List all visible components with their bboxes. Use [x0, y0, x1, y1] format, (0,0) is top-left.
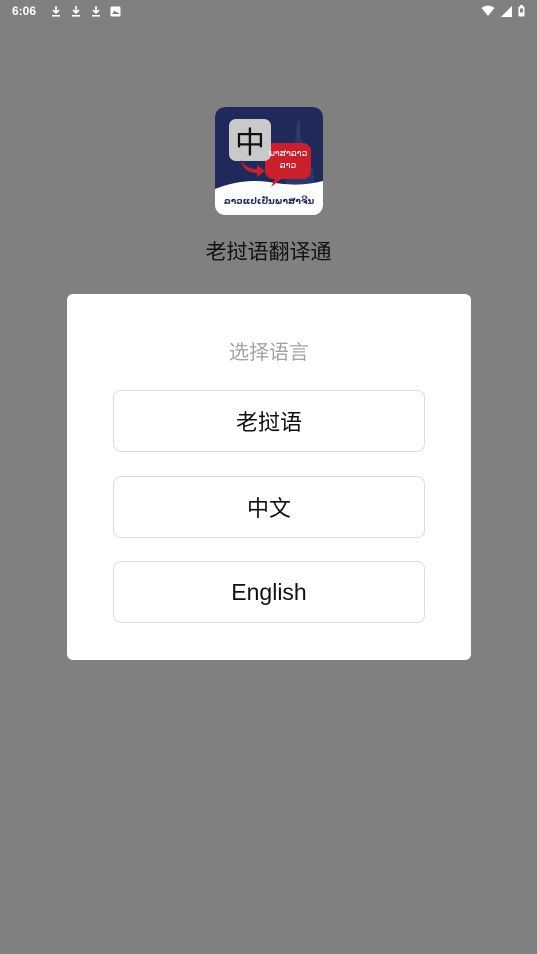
logo-caption: ລາວແປເປັນພາສາຈີນ — [223, 197, 315, 207]
wifi-icon — [481, 5, 495, 17]
dialog-title: 选择语言 — [229, 340, 309, 364]
status-bar: 6:06 — [0, 0, 537, 22]
battery-icon — [518, 5, 525, 17]
english-language-button[interactable]: English — [113, 561, 425, 623]
app-logo: 中 ພາສາລາວ ລາວ ລາວແປເປັນພາສາຈີນ — [215, 107, 323, 215]
status-left: 6:06 — [12, 4, 121, 18]
download-icon — [50, 5, 62, 17]
lao-language-label: 老挝语 — [235, 411, 302, 436]
english-language-label: English — [231, 578, 307, 605]
chinese-language-label: 中文 — [246, 497, 291, 522]
app-title: 老挝语翻译通 — [205, 240, 332, 264]
status-time: 6:06 — [12, 4, 37, 18]
image-icon — [110, 6, 121, 17]
language-dialog: 选择语言 老挝语 中文 English — [67, 294, 471, 660]
logo-bubble-text-2: ລາວ — [279, 161, 297, 171]
lao-language-button[interactable]: 老挝语 — [113, 390, 425, 452]
logo-bubble-text-1: ພາສາລາວ — [268, 149, 308, 159]
download-icon — [70, 5, 82, 17]
signal-icon — [501, 5, 512, 17]
download-icon — [90, 5, 102, 17]
notification-icons — [50, 5, 121, 17]
system-icons — [481, 5, 525, 17]
chinese-language-button[interactable]: 中文 — [113, 476, 425, 538]
